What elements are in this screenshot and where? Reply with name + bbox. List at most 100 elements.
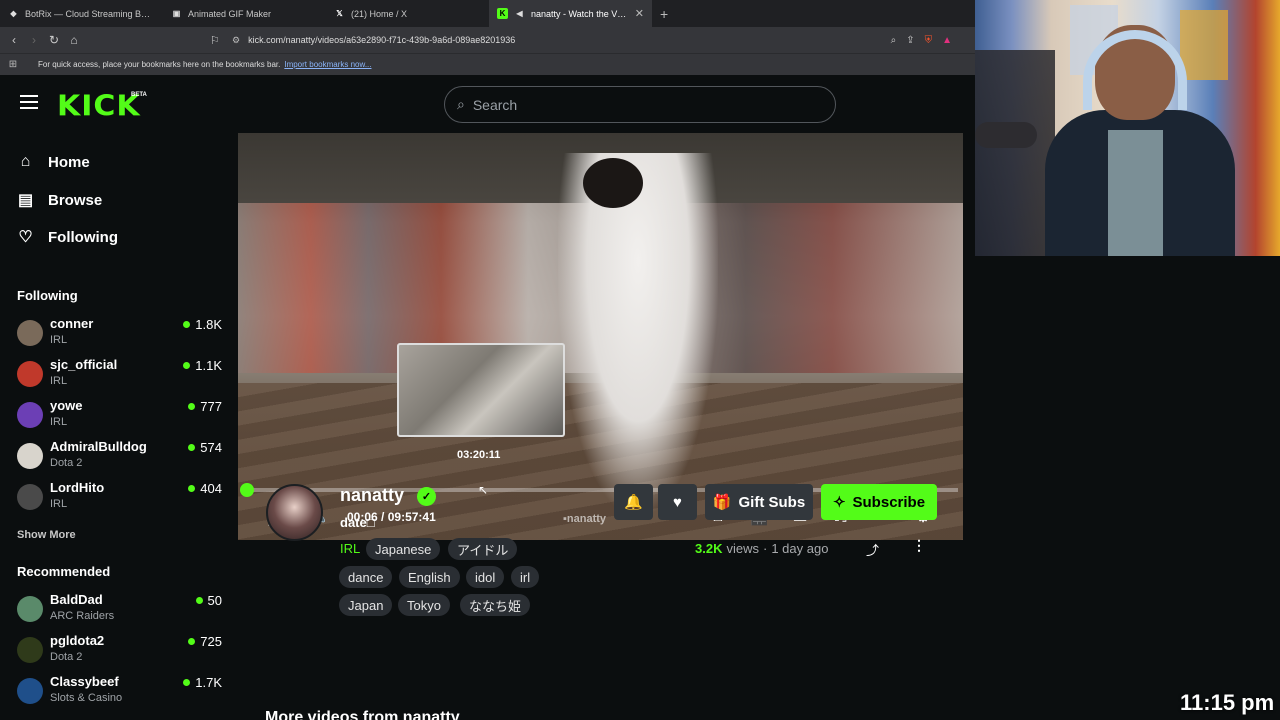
viewer-count: 777: [188, 399, 222, 414]
viewer-count: 404: [188, 481, 222, 496]
channel-watermark: ▪nanatty: [563, 513, 607, 525]
botrix-icon: ◆: [10, 9, 17, 18]
streamer-shirt: [1108, 130, 1163, 256]
webcam-overlay: [975, 0, 1280, 256]
tab-kick[interactable]: K ◀ nanatty - Watch the VOD on ✕: [489, 0, 652, 27]
menu-icon[interactable]: [20, 95, 38, 113]
channel-row[interactable]: conner IRL 1.8K: [17, 316, 222, 356]
gift-subs-label: Gift Subs: [738, 493, 806, 511]
tab-gif-maker[interactable]: ▣ Animated GIF Maker: [163, 0, 326, 27]
gift-icon: 🎁: [712, 494, 732, 511]
upload-age: 1 day ago: [771, 541, 829, 556]
home-icon[interactable]: ⌂: [64, 33, 84, 47]
bookmark-icon[interactable]: ⚐: [210, 34, 220, 47]
bookmarks-message: For quick access, place your bookmarks h…: [38, 60, 281, 69]
tab-botrix[interactable]: ◆ BotRix — Cloud Streaming Bot for Tw: [0, 0, 163, 27]
apps-grid-icon[interactable]: ⊞: [0, 59, 26, 70]
viewer-count: 1.7K: [183, 675, 222, 690]
channel-row[interactable]: LordHito IRL 404: [17, 480, 222, 520]
tab-title: Animated GIF Maker: [188, 8, 272, 19]
tag-chip[interactable]: irl: [511, 566, 540, 588]
channel-row[interactable]: Classybeef Slots & Casino 1.7K: [17, 674, 222, 714]
channel-name[interactable]: nanatty: [340, 485, 404, 506]
share-icon[interactable]: ⤴: [866, 540, 879, 559]
gift-subs-button[interactable]: 🎁 Gift Subs: [705, 484, 813, 520]
brave-shield-icon[interactable]: ⛨: [925, 35, 933, 46]
tab-title: (21) Home / X: [351, 8, 408, 19]
nav-home[interactable]: ⌂ Home: [17, 153, 90, 171]
live-dot-icon: [188, 444, 196, 451]
channel-avatar[interactable]: [266, 484, 323, 541]
tag-chip[interactable]: Japan: [339, 594, 393, 616]
x-icon: 𝕏: [336, 9, 343, 18]
new-tab-icon[interactable]: +: [652, 6, 676, 22]
kick-logo[interactable]: KICK: [57, 90, 141, 123]
viewer-count-value: 404: [200, 481, 222, 496]
video-scene-hair: [583, 158, 643, 208]
video-stats: 3.2K views · 1 day ago: [695, 541, 828, 556]
viewer-count: 725: [188, 634, 222, 649]
nav-following[interactable]: ♡ Following: [17, 227, 118, 247]
channel-row-category: IRL: [50, 375, 68, 387]
back-icon[interactable]: ‹: [4, 33, 24, 47]
tab-title: BotRix — Cloud Streaming Bot for Tw: [25, 8, 155, 19]
import-bookmarks-link[interactable]: Import bookmarks now...: [284, 60, 371, 69]
channel-row[interactable]: sjc_official IRL 1.1K: [17, 357, 222, 397]
subscribe-label: Subscribe: [852, 493, 926, 511]
tag-chip[interactable]: English: [399, 566, 460, 588]
channel-row-category: Dota 2: [50, 651, 83, 663]
zoom-icon[interactable]: ⌕: [891, 35, 897, 46]
tag-chip[interactable]: Tokyo: [398, 594, 450, 616]
share-page-icon[interactable]: ⇪: [906, 35, 914, 46]
channel-row[interactable]: yowe IRL 777: [17, 398, 222, 438]
tag-chip[interactable]: ななち姫: [460, 594, 531, 616]
tag-chip[interactable]: idol: [466, 566, 505, 588]
channel-row-name: AdmiralBulldog: [50, 439, 147, 454]
seek-handle[interactable]: [239, 483, 254, 497]
subscribe-button[interactable]: ✧ Subscribe: [821, 484, 937, 520]
tag-chip[interactable]: dance: [339, 566, 393, 588]
viewer-count: 1.8K: [183, 317, 222, 332]
video-scene-dancer: [558, 153, 718, 513]
tab-x[interactable]: 𝕏 (21) Home / X: [326, 0, 489, 27]
following-title: Following: [17, 288, 78, 303]
forward-icon[interactable]: ›: [24, 33, 44, 47]
tag-chip[interactable]: アイドル: [448, 538, 518, 560]
channel-row[interactable]: pgldota2 Dota 2 725: [17, 633, 222, 673]
channel-row-name: Classybeef: [50, 674, 119, 689]
notification-bell-icon[interactable]: 🔔: [614, 484, 653, 520]
avatar: [17, 402, 43, 428]
viewer-count-value: 725: [200, 634, 222, 649]
url-field[interactable]: ⚙ kick.com/nanatty/videos/a63e2890-f71c-…: [232, 30, 952, 50]
more-options-icon[interactable]: ⋮: [912, 537, 926, 554]
channel-row-category: Slots & Casino: [50, 692, 123, 704]
channel-row-category: IRL: [50, 416, 68, 428]
avatar: [17, 320, 43, 346]
viewer-count-value: 574: [200, 440, 222, 455]
nav-browse[interactable]: ▤ Browse: [17, 190, 102, 210]
channel-row-name: BaldDad: [50, 592, 103, 607]
speaker-icon[interactable]: ◀: [514, 8, 525, 19]
nav-browse-label: Browse: [48, 191, 103, 209]
channel-row[interactable]: BaldDad ARC Raiders 50: [17, 592, 222, 632]
search-placeholder: Search: [472, 96, 518, 113]
brave-rewards-icon[interactable]: ▲: [942, 35, 952, 46]
live-dot-icon: [183, 679, 191, 686]
nav-following-label: Following: [48, 228, 118, 246]
video-player[interactable]: 03:20:11 ↖ ❚❚ 🔈 00:06 / 09:57:41 ▪nanatt…: [238, 133, 963, 540]
channel-row[interactable]: AdmiralBulldog Dota 2 574: [17, 439, 222, 479]
more-videos-heading: More videos from nanatty: [265, 709, 460, 720]
search-input[interactable]: ⌕ Search: [444, 86, 836, 123]
reload-icon[interactable]: ↻: [44, 33, 64, 47]
channel-row-category: IRL: [50, 334, 68, 346]
tag-chip[interactable]: Japanese: [366, 538, 441, 560]
live-dot-icon: [195, 597, 203, 604]
show-more-button[interactable]: Show More: [17, 529, 76, 541]
close-tab-icon[interactable]: ✕: [635, 7, 644, 20]
follow-heart-icon[interactable]: ♥: [658, 484, 697, 520]
site-info-icon[interactable]: ⚙: [232, 35, 240, 46]
category-link[interactable]: IRL: [340, 541, 360, 556]
browser-tab-bar: ◆ BotRix — Cloud Streaming Bot for Tw ▣ …: [0, 0, 975, 27]
views-label: views: [726, 541, 759, 556]
avatar: [17, 361, 43, 387]
